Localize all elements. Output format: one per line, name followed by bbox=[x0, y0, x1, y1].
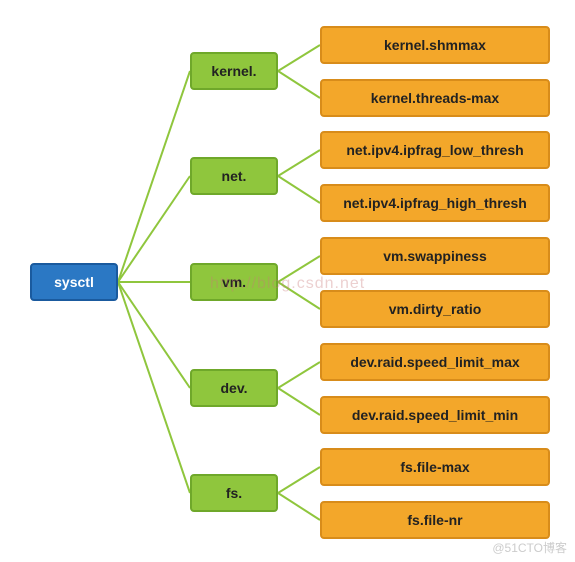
leaf-node: net.ipv4.ipfrag_high_thresh bbox=[320, 184, 550, 222]
leaf-node: dev.raid.speed_limit_min bbox=[320, 396, 550, 434]
leaf-node: kernel.shmmax bbox=[320, 26, 550, 64]
leaf-label: vm.dirty_ratio bbox=[389, 301, 482, 317]
leaf-label: fs.file-max bbox=[400, 459, 469, 475]
category-label: vm. bbox=[222, 274, 246, 290]
category-label: net. bbox=[222, 168, 247, 184]
category-label: kernel. bbox=[211, 63, 256, 79]
leaf-label: dev.raid.speed_limit_min bbox=[352, 407, 518, 423]
tree-diagram: sysctl kernel. net. vm. dev. fs. kernel.… bbox=[0, 0, 575, 562]
leaf-node: net.ipv4.ipfrag_low_thresh bbox=[320, 131, 550, 169]
root-label: sysctl bbox=[54, 274, 94, 290]
category-label: fs. bbox=[226, 485, 242, 501]
category-node-net: net. bbox=[190, 157, 278, 195]
leaf-node: fs.file-max bbox=[320, 448, 550, 486]
category-node-fs: fs. bbox=[190, 474, 278, 512]
leaf-node: fs.file-nr bbox=[320, 501, 550, 539]
leaf-label: fs.file-nr bbox=[407, 512, 462, 528]
leaf-node: vm.swappiness bbox=[320, 237, 550, 275]
category-label: dev. bbox=[221, 380, 248, 396]
leaf-label: kernel.threads-max bbox=[371, 90, 499, 106]
category-node-dev: dev. bbox=[190, 369, 278, 407]
root-node-sysctl: sysctl bbox=[30, 263, 118, 301]
leaf-label: kernel.shmmax bbox=[384, 37, 486, 53]
category-node-kernel: kernel. bbox=[190, 52, 278, 90]
category-node-vm: vm. bbox=[190, 263, 278, 301]
leaf-label: vm.swappiness bbox=[383, 248, 487, 264]
leaf-label: net.ipv4.ipfrag_low_thresh bbox=[346, 142, 523, 158]
leaf-node: kernel.threads-max bbox=[320, 79, 550, 117]
leaf-label: net.ipv4.ipfrag_high_thresh bbox=[343, 195, 527, 211]
leaf-label: dev.raid.speed_limit_max bbox=[350, 354, 519, 370]
leaf-node: vm.dirty_ratio bbox=[320, 290, 550, 328]
watermark-bottom-right: @51CTO博客 bbox=[492, 539, 567, 556]
leaf-node: dev.raid.speed_limit_max bbox=[320, 343, 550, 381]
